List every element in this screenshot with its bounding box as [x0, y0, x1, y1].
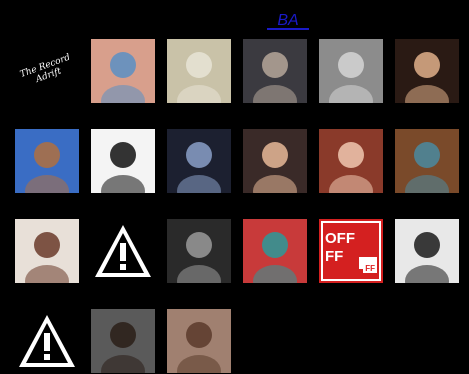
tile-photo-foggy-sky[interactable] — [319, 39, 383, 103]
off-label: OFF — [325, 230, 355, 247]
tile-photo-woman-headdress[interactable] — [15, 219, 79, 283]
warning-icon — [19, 315, 75, 367]
tile-photo-white-gazebo[interactable] — [167, 39, 231, 103]
thumbnail-image — [91, 309, 155, 373]
thumbnail-image — [395, 39, 459, 103]
tile-photo-teal-object[interactable] — [395, 129, 459, 193]
thumbnail-image — [395, 129, 459, 193]
ff-sub-badge: FF — [363, 264, 377, 273]
ff-label: FF — [325, 248, 344, 265]
logo-icon: BA — [267, 12, 309, 30]
tile-photo-desert-figure[interactable] — [15, 129, 79, 193]
header-logo-link[interactable]: BA — [265, 8, 311, 32]
tile-photo-man-black-white[interactable] — [167, 219, 231, 283]
warning-icon — [95, 225, 151, 277]
tile-photo-red-haired-woman[interactable] — [319, 129, 383, 193]
tile-missing-image-warning[interactable] — [91, 219, 155, 283]
thumbnail-image — [91, 39, 155, 103]
tile-photo-dark-geometric[interactable] — [167, 129, 231, 193]
svg-text:BA: BA — [277, 12, 298, 29]
thumbnail-image — [167, 129, 231, 193]
thumbnail-image — [319, 39, 383, 103]
thumbnail-image — [395, 219, 459, 283]
thumbnail-image — [167, 219, 231, 283]
tile-missing-image-warning-2[interactable] — [15, 309, 79, 373]
thumbnail-image — [15, 129, 79, 193]
thumbnail-image — [319, 129, 383, 193]
tile-photo-pink-room[interactable] — [91, 39, 155, 103]
tile-photo-blonde-woman[interactable] — [395, 39, 459, 103]
thumbnail-image — [167, 39, 231, 103]
thumbnail-image — [243, 129, 307, 193]
thumbnail-image — [15, 219, 79, 283]
thumbnail-image — [243, 219, 307, 283]
tile-photo-dark-haired-woman[interactable] — [395, 219, 459, 283]
thumbnail-image — [91, 129, 155, 193]
thumbnail-image — [243, 39, 307, 103]
tile-photo-piano-keys[interactable] — [91, 129, 155, 193]
script-logo-text: The Record Adrift — [18, 52, 72, 85]
tile-photo-man-striped-shirt[interactable] — [243, 39, 307, 103]
thumbnail-image — [167, 309, 231, 373]
tile-photo-smiling-woman[interactable] — [243, 129, 307, 193]
tile-photo-bearded-man[interactable] — [167, 309, 231, 373]
tile-colorful-illustration[interactable] — [243, 219, 307, 283]
tile-photo-young-man[interactable] — [91, 309, 155, 373]
tile-off-ff-logo[interactable]: OFF FF FF — [319, 219, 383, 283]
tile-script-logo[interactable]: The Record Adrift — [15, 39, 79, 103]
